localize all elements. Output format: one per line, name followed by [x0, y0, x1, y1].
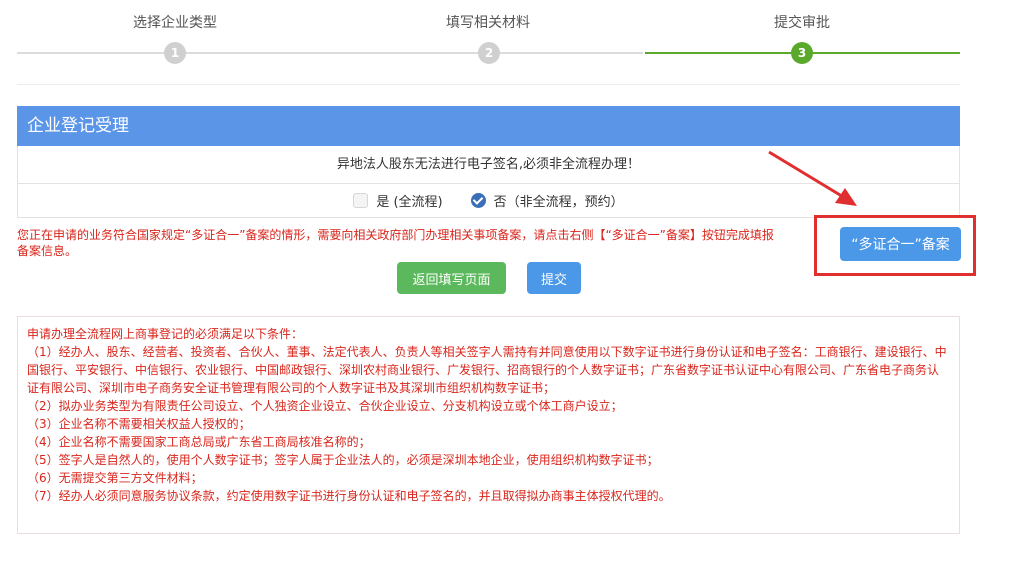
multi-cert-notice: 您正在申请的业务符合国家规定“多证合一”备案的情形，需要向相关政府部门办理相关事…: [17, 228, 774, 258]
step-number-1: 1: [164, 42, 186, 64]
condition-item: （4）企业名称不需要国家工商总局或广东省工商局核准名称的；: [27, 435, 371, 449]
condition-item: （7）经办人必须同意服务协议条款，约定使用数字证书进行身份认证和电子签名的，并且…: [27, 489, 671, 503]
step-number-3: 3: [791, 42, 813, 64]
step-connector: [498, 52, 643, 54]
conditions-box: 申请办理全流程网上商事登记的必须满足以下条件： （1）经办人、股东、经营者、投资…: [17, 316, 960, 534]
submit-button[interactable]: 提交: [527, 262, 581, 294]
conditions-heading: 申请办理全流程网上商事登记的必须满足以下条件：: [27, 327, 304, 341]
step-label-3: 提交审批: [774, 15, 830, 31]
option-non-full-process-label: 否（非全流程，预约）: [493, 195, 624, 210]
step-label-1: 选择企业类型: [133, 15, 217, 31]
condition-item: （1）经办人、股东、经营者、投资者、合伙人、董事、法定代表人、负责人等相关签字人…: [27, 345, 947, 395]
step-number-2: 2: [478, 42, 500, 64]
condition-item: （6）无需提交第三方文件材料；: [27, 471, 203, 485]
step-label-2: 填写相关材料: [446, 15, 530, 31]
option-full-process[interactable]: 是 (全流程): [353, 191, 443, 210]
back-to-edit-button[interactable]: 返回填写页面: [397, 262, 506, 294]
progress-stepper: 选择企业类型 1 填写相关材料 2 提交审批 3: [0, 0, 1011, 90]
option-full-process-label: 是 (全流程): [376, 195, 443, 210]
unchecked-radio-icon[interactable]: [353, 193, 369, 208]
divider: [17, 84, 960, 85]
checked-radio-icon[interactable]: [470, 193, 486, 208]
condition-item: （2）拟办业务类型为有限责任公司设立、个人独资企业设立、合伙企业设立、分支机构设…: [27, 399, 623, 413]
multi-cert-filing-button[interactable]: “多证合一”备案: [840, 227, 961, 261]
condition-item: （5）签字人是自然人的，使用个人数字证书；签字人属于企业法人的，必须是深圳本地企…: [27, 453, 659, 467]
annotation-arrow-icon: [768, 150, 857, 206]
page: 选择企业类型 1 填写相关材料 2 提交审批 3 企业登记受理 异地法人股东无法…: [0, 0, 1011, 563]
option-non-full-process[interactable]: 否（非全流程，预约）: [470, 191, 624, 210]
step-connector: [185, 52, 480, 54]
condition-item: （3）企业名称不需要相关权益人授权的；: [27, 417, 251, 431]
step-connector: [17, 52, 167, 54]
panel-title: 企业登记受理: [17, 106, 960, 146]
